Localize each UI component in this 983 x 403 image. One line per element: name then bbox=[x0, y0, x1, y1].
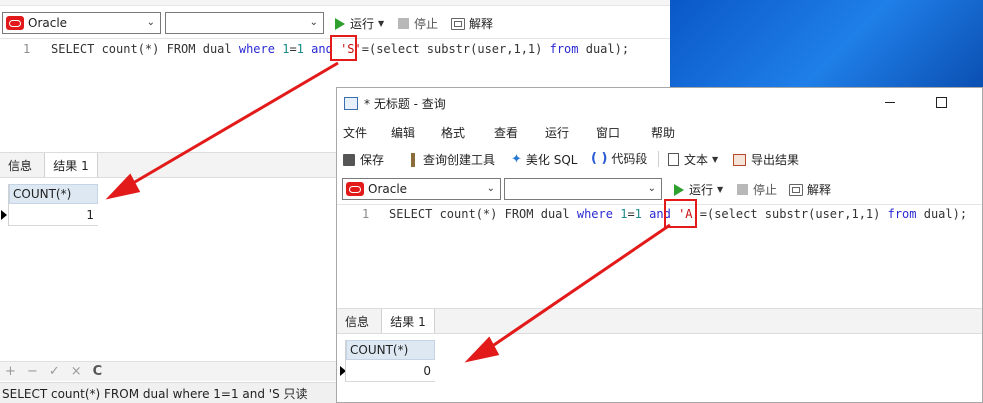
minimize-icon[interactable] bbox=[885, 97, 895, 107]
document-icon bbox=[668, 153, 679, 166]
desktop-background bbox=[670, 0, 983, 87]
line-number: 1 bbox=[362, 207, 370, 221]
editor-divider bbox=[337, 204, 982, 205]
code-snippet-button[interactable]: ( ) 代码段 bbox=[591, 150, 647, 167]
connection-label: Oracle bbox=[28, 16, 68, 30]
tab-info[interactable]: 信息 bbox=[0, 153, 40, 177]
explain-button[interactable]: 解释 bbox=[789, 181, 831, 198]
text-button[interactable]: 文本 ▼ bbox=[668, 151, 718, 168]
database-select[interactable]: ⌄ bbox=[165, 12, 324, 34]
query-builder-button[interactable]: 查询创建工具 bbox=[411, 151, 495, 168]
result-cell[interactable]: 0 bbox=[346, 360, 435, 382]
oracle-icon bbox=[346, 182, 364, 196]
save-button[interactable]: 保存 bbox=[343, 151, 384, 168]
export-icon bbox=[733, 153, 746, 166]
explain-button[interactable]: 解释 bbox=[451, 15, 493, 32]
query-builder-icon bbox=[411, 152, 415, 167]
explain-icon bbox=[451, 17, 465, 30]
row-marker-icon bbox=[1, 210, 7, 220]
menu-run[interactable]: 运行 bbox=[545, 124, 569, 141]
stop-button[interactable]: 停止 bbox=[398, 15, 438, 32]
chevron-down-icon: ⌄ bbox=[486, 183, 495, 194]
dropdown-icon: ▼ bbox=[378, 19, 385, 28]
grid-left-border bbox=[8, 184, 9, 226]
run-label: 运行 bbox=[689, 183, 714, 197]
result-cell[interactable]: 1 bbox=[9, 204, 98, 226]
column-header[interactable]: COUNT(*) bbox=[346, 340, 435, 360]
query-window-icon bbox=[344, 96, 358, 110]
stop-label: 停止 bbox=[414, 17, 439, 31]
magic-wand-icon: ✦ bbox=[511, 152, 522, 167]
delete-row-icon[interactable]: − bbox=[27, 364, 38, 379]
tab-result-1[interactable]: 结果 1 bbox=[44, 153, 98, 177]
grid-toolbar: + − ✓ × C bbox=[0, 361, 336, 381]
line-number: 1 bbox=[23, 42, 31, 56]
apply-icon[interactable]: ✓ bbox=[49, 364, 60, 379]
window-title: * 无标题 - 查询 bbox=[364, 96, 446, 111]
connection-label: Oracle bbox=[368, 182, 408, 196]
run-button[interactable]: 运行 ▼ bbox=[335, 15, 384, 32]
dropdown-icon: ▼ bbox=[712, 155, 719, 164]
title-bar: * 无标题 - 查询 bbox=[337, 88, 982, 118]
export-results-button[interactable]: 导出结果 bbox=[733, 151, 799, 168]
stop-icon bbox=[737, 184, 748, 195]
connection-select[interactable]: Oracle ⌄ bbox=[2, 12, 161, 34]
menu-edit[interactable]: 编辑 bbox=[391, 124, 415, 141]
menu-format[interactable]: 格式 bbox=[441, 124, 465, 141]
database-select[interactable]: ⌄ bbox=[504, 178, 662, 200]
save-icon bbox=[343, 153, 355, 166]
grid-left-border bbox=[345, 340, 346, 382]
status-bar: SELECT count(*) FROM dual where 1=1 and … bbox=[0, 382, 336, 403]
column-header[interactable]: COUNT(*) bbox=[9, 184, 98, 204]
run-label: 运行 bbox=[350, 17, 375, 31]
add-row-icon[interactable]: + bbox=[5, 364, 16, 379]
toolbar-separator bbox=[658, 151, 659, 167]
stop-button[interactable]: 停止 bbox=[737, 181, 777, 198]
highlight-box bbox=[330, 35, 357, 61]
menu-help[interactable]: 帮助 bbox=[651, 124, 675, 141]
discard-icon[interactable]: × bbox=[71, 364, 82, 379]
tab-info[interactable]: 信息 bbox=[337, 309, 377, 333]
stop-label: 停止 bbox=[753, 183, 778, 197]
oracle-icon bbox=[6, 16, 24, 30]
play-icon bbox=[335, 17, 345, 30]
play-icon bbox=[674, 183, 684, 196]
connection-select[interactable]: Oracle ⌄ bbox=[342, 178, 501, 200]
beautify-sql-button[interactable]: ✦ 美化 SQL bbox=[511, 151, 577, 168]
dropdown-icon: ▼ bbox=[717, 185, 724, 194]
result-tabbar: 信息 结果 1 bbox=[0, 152, 336, 178]
window1-top-strip bbox=[0, 0, 670, 6]
code-snippet-icon: ( ) bbox=[591, 151, 608, 166]
menu-window[interactable]: 窗口 bbox=[596, 124, 620, 141]
status-text: SELECT count(*) FROM dual where 1=1 and … bbox=[2, 386, 308, 401]
explain-label: 解释 bbox=[469, 17, 494, 31]
tab-result-1[interactable]: 结果 1 bbox=[381, 309, 435, 333]
run-button[interactable]: 运行 ▼ bbox=[674, 181, 723, 198]
main-toolbar: 保存 查询创建工具 ✦ 美化 SQL ( ) 代码段 文本 ▼ 导出结果 bbox=[337, 146, 982, 172]
chevron-down-icon: ⌄ bbox=[146, 17, 155, 28]
explain-label: 解释 bbox=[807, 183, 832, 197]
refresh-icon[interactable]: C bbox=[93, 364, 103, 379]
chevron-down-icon: ⌄ bbox=[309, 17, 318, 28]
result-tabbar: 信息 结果 1 bbox=[337, 308, 982, 334]
window2: * 无标题 - 查询 文件 编辑 格式 查看 运行 窗口 帮助 保存 查询创建工… bbox=[336, 87, 983, 403]
menu-view[interactable]: 查看 bbox=[494, 124, 518, 141]
maximize-icon[interactable] bbox=[936, 97, 947, 108]
menu-file[interactable]: 文件 bbox=[343, 124, 367, 141]
chevron-down-icon: ⌄ bbox=[647, 183, 656, 194]
stop-icon bbox=[398, 18, 409, 29]
menu-bar: 文件 编辑 格式 查看 运行 窗口 帮助 bbox=[337, 118, 982, 146]
explain-icon bbox=[789, 183, 803, 196]
highlight-box bbox=[664, 199, 697, 228]
